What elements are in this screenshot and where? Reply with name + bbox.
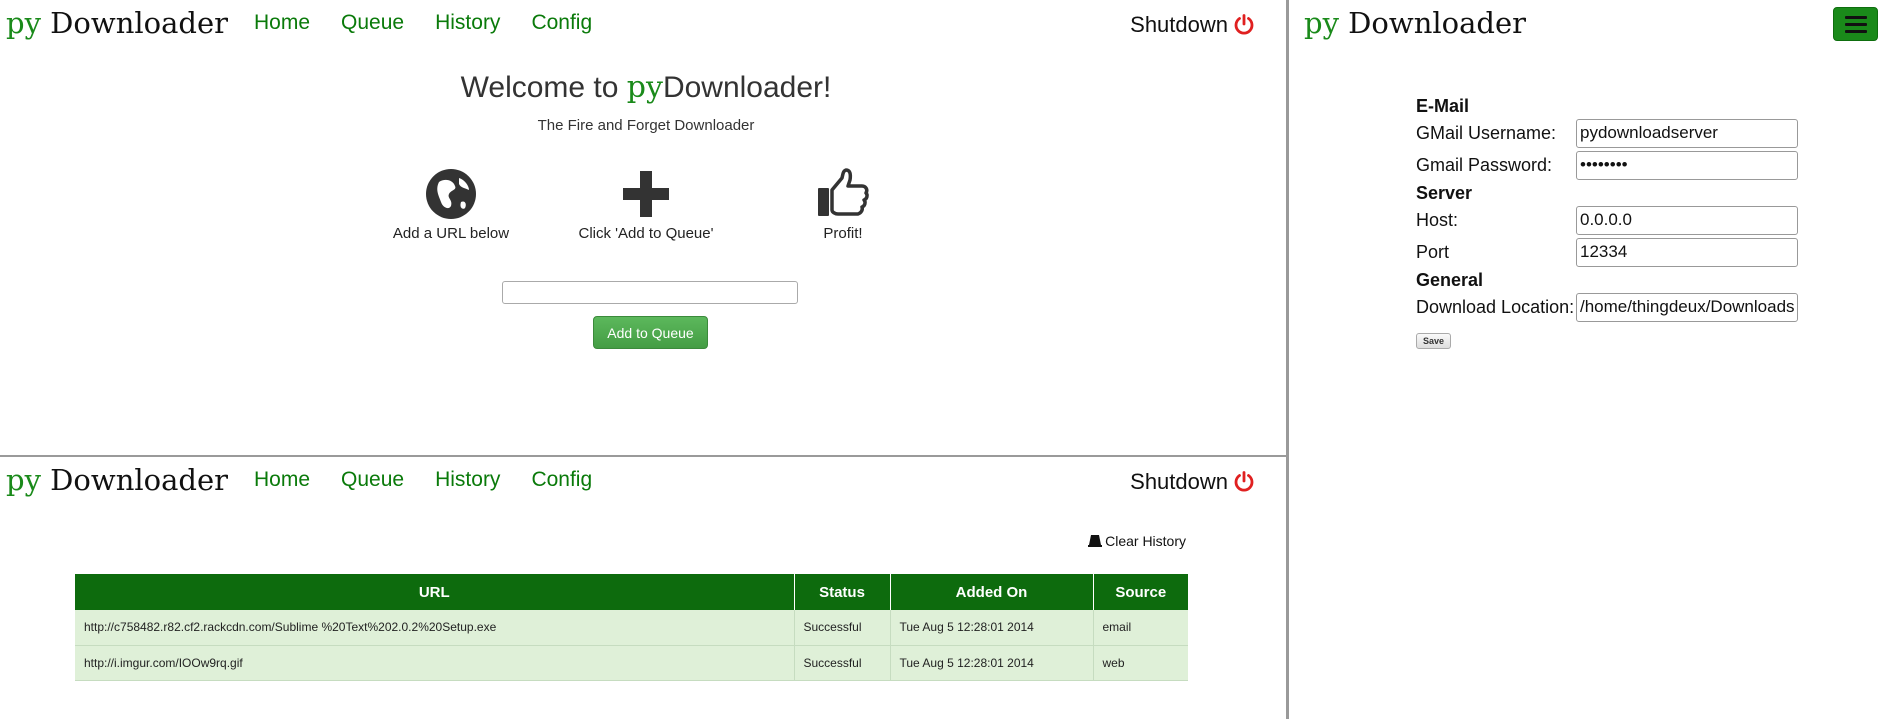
nav-config-link[interactable]: Config: [531, 11, 592, 35]
nav-history-link[interactable]: History: [435, 11, 500, 35]
thumbs-up-icon: [818, 168, 869, 216]
step-label: Profit!: [823, 225, 863, 242]
shutdown-button[interactable]: Shutdown: [1130, 469, 1256, 495]
host-field[interactable]: [1576, 205, 1798, 235]
cell-status: Successful: [794, 610, 891, 646]
gmail-password-field[interactable]: [1576, 150, 1798, 180]
nav-config-link[interactable]: Config: [531, 468, 592, 492]
shutdown-label: Shutdown: [1130, 469, 1228, 494]
column-header-url[interactable]: URL: [75, 574, 795, 610]
step-label: Add a URL below: [392, 225, 510, 242]
shutdown-button[interactable]: Shutdown: [1130, 12, 1256, 38]
download-location-label: Download Location:: [1416, 296, 1575, 317]
brand-logo[interactable]: py Downloader: [1304, 6, 1526, 40]
home-pane: py Downloader Home Queue History Config …: [0, 0, 1286, 455]
port-label: Port: [1416, 241, 1450, 262]
port-field[interactable]: [1576, 237, 1798, 267]
power-icon: [1234, 14, 1254, 35]
brand-logo[interactable]: py Downloader: [6, 6, 228, 40]
history-table: URL Status Added On Source http://c75848…: [75, 574, 1188, 681]
nav-queue-link[interactable]: Queue: [341, 11, 404, 35]
history-pane: py Downloader Home Queue History Config …: [0, 457, 1286, 719]
table-row[interactable]: http://i.imgur.com/IOOw9rq.gif Successfu…: [75, 645, 1188, 681]
welcome-heading: Welcome to pyDownloader!: [460, 70, 832, 105]
nav-queue-link[interactable]: Queue: [341, 468, 404, 492]
step-label: Click 'Add to Queue': [578, 225, 714, 242]
clear-history-label: Clear History: [1105, 533, 1186, 549]
cell-added-on: Tue Aug 5 12:28:01 2014: [890, 610, 1094, 646]
download-location-row: Download Location:: [1416, 291, 1798, 323]
table-row[interactable]: http://c758482.r82.cf2.rackcdn.com/Subli…: [75, 610, 1188, 646]
menu-toggle-button[interactable]: [1833, 7, 1878, 41]
host-label: Host:: [1416, 209, 1459, 230]
nav-home-link[interactable]: Home: [254, 11, 310, 35]
config-form: E-Mail GMail Username: Gmail Password: S…: [1416, 96, 1798, 349]
cell-url: http://i.imgur.com/IOOw9rq.gif: [75, 645, 795, 681]
hamburger-icon-bar: [1844, 22, 1867, 26]
download-location-field[interactable]: [1576, 292, 1798, 322]
gmail-username-row: GMail Username:: [1416, 117, 1798, 149]
globe-icon: [426, 169, 476, 219]
column-header-status[interactable]: Status: [794, 574, 891, 610]
tagline: The Fire and Forget Downloader: [537, 117, 755, 134]
column-header-source[interactable]: Source: [1093, 574, 1188, 610]
step-profit: Profit!: [743, 167, 943, 242]
gmail-username-field[interactable]: [1576, 118, 1798, 148]
column-header-added-on[interactable]: Added On: [890, 574, 1094, 610]
main-nav: Home Queue History Config: [254, 11, 623, 35]
gmail-password-label: Gmail Password:: [1416, 154, 1553, 175]
table-header-row: URL Status Added On Source: [75, 574, 1188, 610]
host-row: Host:: [1416, 204, 1798, 236]
clear-history-button[interactable]: Clear History: [1088, 533, 1186, 549]
gmail-username-label: GMail Username:: [1416, 122, 1557, 143]
add-to-queue-button[interactable]: Add to Queue: [593, 316, 708, 349]
cell-url: http://c758482.r82.cf2.rackcdn.com/Subli…: [75, 610, 795, 646]
section-server: Server: [1416, 183, 1473, 203]
config-pane: py Downloader E-Mail GMail Username: Gma…: [1289, 0, 1887, 719]
step-add-url: Add a URL below: [351, 167, 551, 242]
step-click-add: Click 'Add to Queue': [546, 167, 746, 242]
url-input[interactable]: [502, 281, 798, 304]
gmail-password-row: Gmail Password:: [1416, 149, 1798, 181]
section-general: General: [1416, 270, 1484, 290]
cell-status: Successful: [794, 645, 891, 681]
section-email: E-Mail: [1416, 96, 1470, 116]
cell-source: email: [1093, 610, 1188, 646]
brand-logo[interactable]: py Downloader: [6, 463, 228, 497]
save-button[interactable]: Save: [1416, 333, 1452, 349]
cell-source: web: [1093, 645, 1188, 681]
cell-added-on: Tue Aug 5 12:28:01 2014: [890, 645, 1094, 681]
nav-history-link[interactable]: History: [435, 468, 500, 492]
nav-home-link[interactable]: Home: [254, 468, 310, 492]
port-row: Port: [1416, 236, 1798, 268]
eraser-icon: [1088, 534, 1103, 548]
shutdown-label: Shutdown: [1130, 12, 1228, 37]
hamburger-icon-bar: [1844, 15, 1867, 19]
plus-icon: [623, 171, 669, 217]
power-icon: [1234, 471, 1254, 492]
main-nav: Home Queue History Config: [254, 468, 623, 492]
hamburger-icon-bar: [1844, 29, 1867, 33]
